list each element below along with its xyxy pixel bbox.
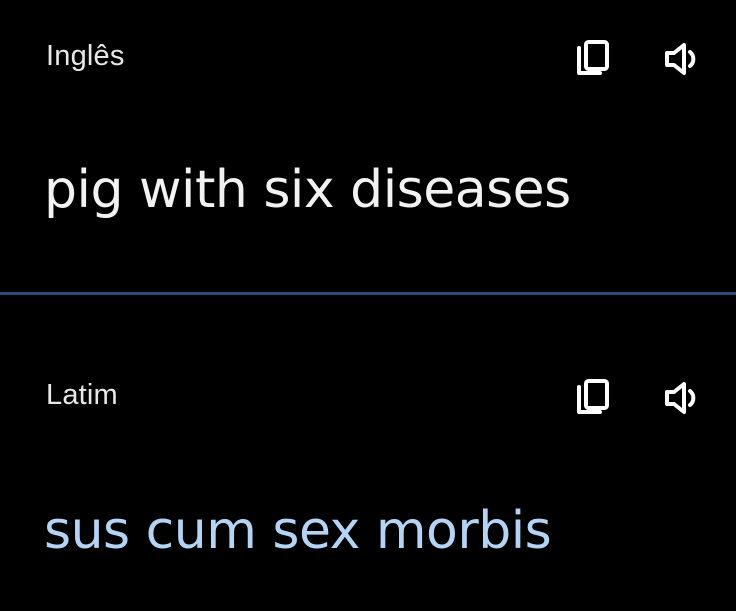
target-copy-button[interactable] — [571, 376, 615, 420]
speaker-icon — [665, 43, 696, 75]
source-listen-button[interactable] — [661, 37, 705, 81]
source-panel: Inglês pig with six diseases — [0, 0, 736, 292]
target-text: sus cum sex morbis — [44, 501, 552, 561]
target-listen-button[interactable] — [661, 376, 705, 420]
speaker-icon — [665, 382, 696, 414]
panel-divider — [0, 292, 736, 295]
source-text: pig with six diseases — [44, 160, 571, 220]
copy-icon — [577, 379, 609, 414]
source-copy-button[interactable] — [571, 37, 615, 81]
copy-icon — [577, 40, 609, 75]
target-language-label: Latim — [46, 379, 118, 411]
target-panel: Latim sus cum sex morbis — [0, 296, 736, 611]
source-language-label: Inglês — [46, 40, 125, 72]
